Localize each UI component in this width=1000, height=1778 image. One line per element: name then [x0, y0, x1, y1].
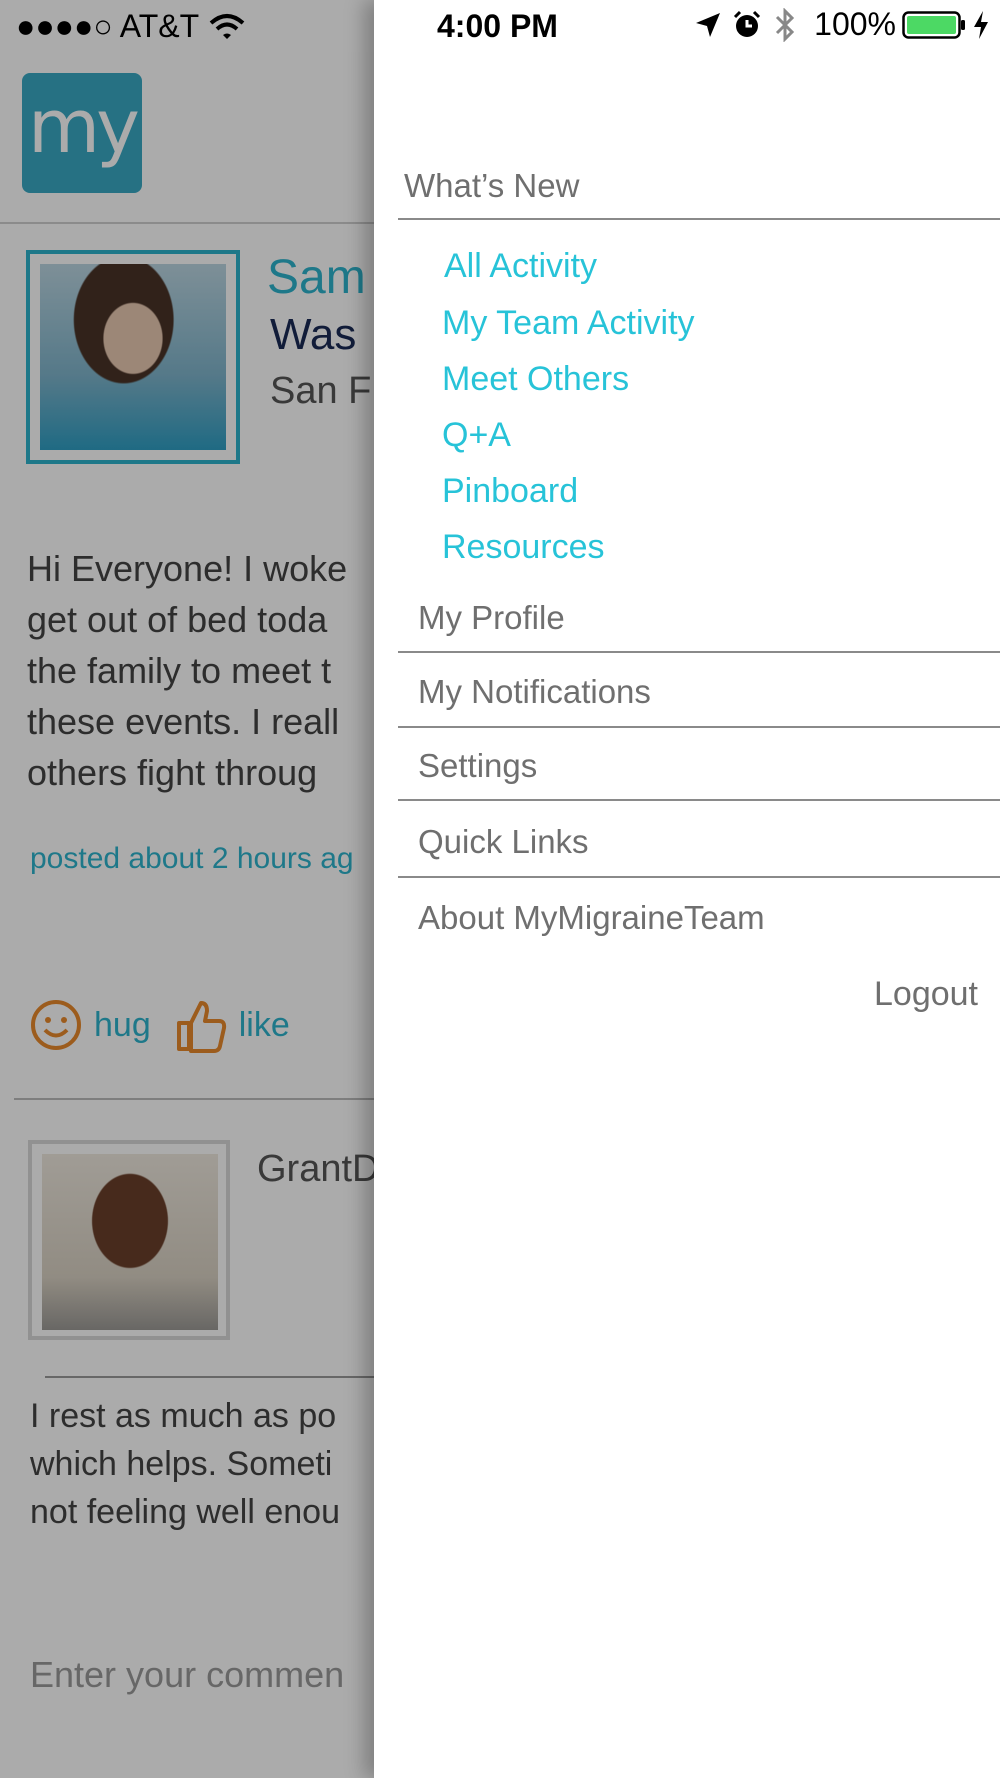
menu-divider [398, 651, 1000, 653]
menu-item-my-profile[interactable]: My Profile [418, 599, 565, 637]
menu-divider [398, 218, 1000, 220]
logout-button[interactable]: Logout [874, 975, 978, 1014]
menu-section-whats-new[interactable]: What’s New [404, 167, 579, 205]
menu-item-pinboard[interactable]: Pinboard [442, 472, 578, 511]
background-app: my Sam Was San F Hi Everyone! I woke get… [0, 0, 374, 1778]
menu-item-settings[interactable]: Settings [418, 747, 537, 785]
menu-item-resources[interactable]: Resources [442, 528, 605, 567]
navigation-drawer: What’s New All Activity My Team Activity… [374, 0, 1000, 1778]
menu-item-quick-links[interactable]: Quick Links [418, 823, 589, 861]
menu-divider [398, 726, 1000, 728]
menu-item-meet-others[interactable]: Meet Others [442, 360, 629, 399]
menu-divider [398, 876, 1000, 878]
drawer-overlay[interactable] [0, 52, 374, 1778]
menu-item-my-team-activity[interactable]: My Team Activity [442, 304, 695, 343]
menu-item-about[interactable]: About MyMigraineTeam [418, 899, 765, 937]
menu-divider [398, 799, 1000, 801]
menu-item-qa[interactable]: Q+A [442, 416, 511, 455]
menu-item-my-notifications[interactable]: My Notifications [418, 673, 651, 711]
menu-item-all-activity[interactable]: All Activity [444, 247, 597, 286]
